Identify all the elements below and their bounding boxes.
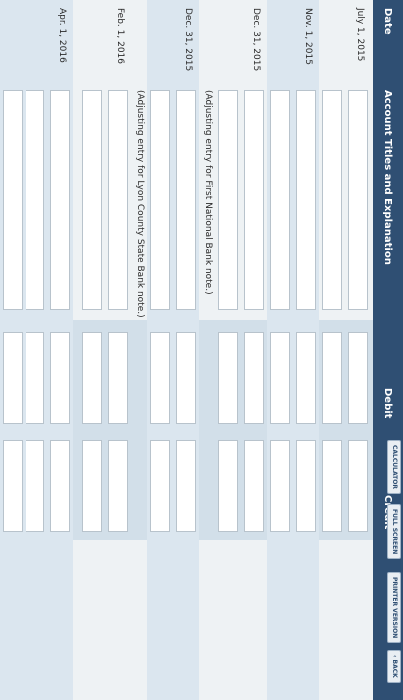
- debit-input[interactable]: [176, 332, 196, 424]
- entry-row: [215, 0, 241, 700]
- calculator-button[interactable]: CALCULATOR: [387, 440, 401, 494]
- entry-date: Apr. 1, 2016: [57, 8, 67, 63]
- credit-input[interactable]: [50, 440, 70, 532]
- account-input[interactable]: [218, 90, 238, 310]
- credit-input[interactable]: [348, 440, 368, 532]
- credit-input[interactable]: [218, 440, 238, 532]
- account-input[interactable]: [244, 90, 264, 310]
- account-input[interactable]: [108, 90, 128, 310]
- entry-row: Apr. 1, 2016: [47, 0, 73, 700]
- account-input[interactable]: [24, 90, 44, 310]
- entry-row: [79, 0, 105, 700]
- entry-note: (Adjusting entry for Lyon County State B…: [135, 90, 145, 318]
- credit-input[interactable]: [296, 440, 316, 532]
- debit-input[interactable]: [296, 332, 316, 424]
- account-input[interactable]: [150, 90, 170, 310]
- account-input[interactable]: [348, 90, 368, 310]
- credit-input[interactable]: [150, 440, 170, 532]
- entry-date: Feb. 1, 2016: [115, 8, 125, 65]
- debit-input[interactable]: [244, 332, 264, 424]
- debit-input[interactable]: [108, 332, 128, 424]
- debit-input[interactable]: [218, 332, 238, 424]
- date-header: Date: [382, 8, 393, 35]
- entry-date: Dec. 31, 2015: [183, 8, 193, 72]
- entry-date: Dec. 31, 2015: [251, 8, 261, 72]
- entry-row: Nov. 1, 2015: [293, 0, 319, 700]
- entry-date: Nov. 1, 2015: [303, 8, 313, 65]
- entry-row: Dec. 31, 2015: [173, 0, 199, 700]
- debit-input[interactable]: [3, 332, 23, 424]
- entry-row: July 1, 2015: [345, 0, 371, 700]
- debit-input[interactable]: [150, 332, 170, 424]
- back-button[interactable]: ‹ BACK: [387, 650, 401, 683]
- account-input[interactable]: [322, 90, 342, 310]
- account-input[interactable]: [296, 90, 316, 310]
- entry-row: Dec. 31, 2015: [241, 0, 267, 700]
- account-input[interactable]: [176, 90, 196, 310]
- entry-note: (Adjusting entry for First National Bank…: [203, 90, 213, 295]
- entry-row: [267, 0, 293, 700]
- entry-row: [319, 0, 345, 700]
- credit-input[interactable]: [176, 440, 196, 532]
- entry-row: [147, 0, 173, 700]
- debit-input[interactable]: [322, 332, 342, 424]
- account-input[interactable]: [270, 90, 290, 310]
- credit-input[interactable]: [270, 440, 290, 532]
- account-header: Account Titles and Explanation: [382, 90, 393, 265]
- journal-entry-form: Date Account Titles and Explanation Debi…: [0, 0, 403, 700]
- credit-input[interactable]: [24, 440, 44, 532]
- debit-input[interactable]: [270, 332, 290, 424]
- debit-input[interactable]: [24, 332, 44, 424]
- credit-input[interactable]: [3, 440, 23, 532]
- entry-date: July 1, 2015: [355, 8, 365, 62]
- entry-row: Feb. 1, 2016: [105, 0, 131, 700]
- debit-input[interactable]: [348, 332, 368, 424]
- printer-version-button[interactable]: PRINTER VERSION: [387, 572, 401, 644]
- debit-header: Debit: [382, 388, 393, 419]
- debit-input[interactable]: [50, 332, 70, 424]
- account-input[interactable]: [82, 90, 102, 310]
- credit-input[interactable]: [244, 440, 264, 532]
- account-input[interactable]: [50, 90, 70, 310]
- account-input[interactable]: [3, 90, 23, 310]
- credit-input[interactable]: [82, 440, 102, 532]
- credit-input[interactable]: [108, 440, 128, 532]
- full-screen-button[interactable]: FULL SCREEN: [387, 504, 401, 560]
- entry-row: [0, 0, 26, 700]
- debit-input[interactable]: [82, 332, 102, 424]
- credit-input[interactable]: [322, 440, 342, 532]
